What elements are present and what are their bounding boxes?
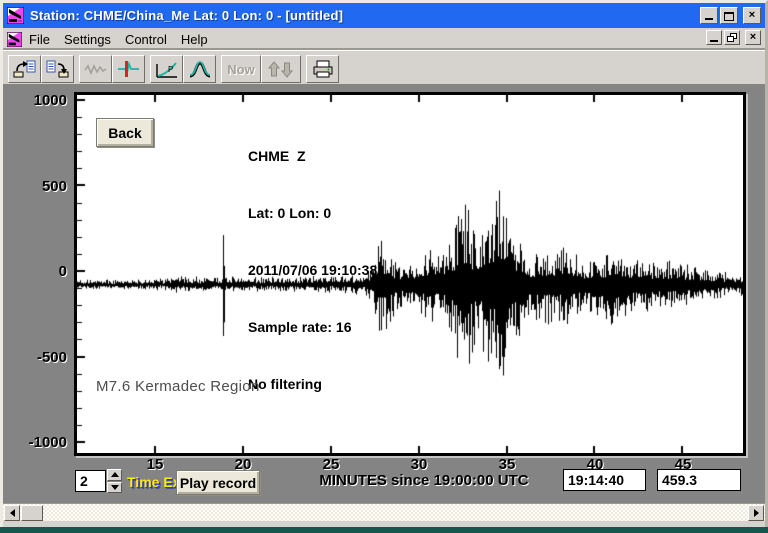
y-tick-label: 1000 (15, 92, 67, 109)
seismogram-plot[interactable]: Back CHME Z Lat: 0 Lon: 0 2011/07/06 19:… (74, 92, 746, 456)
minimize-icon (710, 33, 719, 42)
play-record-button[interactable]: Play record (176, 470, 260, 495)
app-window: Station: CHME/China_Me Lat: 0 Lon: 0 - [… (0, 0, 768, 530)
time-expansion-spinner (107, 469, 122, 493)
close-icon: × (750, 32, 756, 43)
minimize-button[interactable] (700, 7, 718, 24)
print-button[interactable] (306, 55, 339, 83)
horizontal-scrollbar[interactable] (3, 503, 765, 521)
x-tick-label: 35 (485, 456, 529, 473)
filter-status: No filtering (248, 375, 377, 394)
open-record-icon (13, 60, 37, 79)
bell-curve-icon (188, 60, 212, 79)
close-button[interactable]: × (743, 7, 761, 24)
up-down-arrows-icon (268, 60, 294, 79)
scroll-right-button[interactable] (748, 505, 764, 521)
down-arrow-icon (111, 485, 119, 490)
now-label: Now (227, 62, 254, 77)
x-axis-caption: MINUTES since 19:00:00 UTC (299, 472, 549, 489)
time-expansion-input[interactable] (75, 470, 106, 492)
up-arrow-icon (111, 472, 119, 477)
event-annotation: M7.6 Kermadec Region (96, 378, 260, 395)
station-channel: CHME Z (248, 147, 377, 166)
extract-record-icon (46, 60, 70, 79)
station-latlon: Lat: 0 Lon: 0 (248, 204, 377, 223)
x-tick-label: 15 (133, 456, 177, 473)
desktop-edge (0, 527, 768, 533)
printer-icon (311, 60, 335, 79)
svg-text:P: P (168, 65, 173, 74)
client-area: 1000 500 0 -500 -1000 Back CHME Z Lat: 0… (3, 84, 765, 503)
menu-item-control[interactable]: Control (118, 30, 174, 49)
wave-view-button (79, 55, 112, 83)
maximize-icon (724, 11, 734, 21)
left-arrow-icon (10, 509, 15, 517)
title-bar: Station: CHME/China_Me Lat: 0 Lon: 0 - [… (3, 3, 765, 28)
spinner-up-button[interactable] (107, 469, 122, 481)
minimize-icon (705, 11, 714, 20)
y-tick-label: -1000 (15, 434, 67, 451)
pick-arrival-button[interactable] (112, 55, 145, 83)
spinner-down-button[interactable] (107, 482, 122, 494)
mdi-minimize-button[interactable] (706, 30, 722, 45)
mdi-restore-button[interactable] (724, 30, 740, 45)
x-tick-label: 30 (397, 456, 441, 473)
scroll-left-button[interactable] (4, 505, 20, 521)
filter-button[interactable] (183, 55, 216, 83)
right-arrow-icon (754, 509, 759, 517)
scroll-updown-button (261, 55, 301, 83)
restore-icon (727, 33, 737, 43)
record-start-time: 2011/07/06 19:10:38 (248, 261, 377, 280)
y-tick-label: -500 (15, 349, 67, 366)
mdi-close-button[interactable]: × (745, 30, 761, 45)
seismogram-canvas[interactable] (77, 95, 743, 453)
y-tick-label: 0 (15, 263, 67, 280)
now-button: Now (221, 55, 261, 83)
scrollbar-thumb[interactable] (21, 505, 43, 521)
sample-rate: Sample rate: 16 (248, 318, 377, 337)
close-icon: × (749, 10, 755, 21)
maximize-button[interactable] (720, 7, 738, 24)
x-tick-label: 25 (309, 456, 353, 473)
menu-item-settings[interactable]: Settings (57, 30, 118, 49)
travel-time-curve-icon: P (155, 60, 179, 79)
menu-item-file[interactable]: File (22, 30, 57, 49)
y-tick-label: 500 (15, 178, 67, 195)
time-expansion-label: Time Ex (127, 474, 180, 490)
window-title: Station: CHME/China_Me Lat: 0 Lon: 0 - [… (30, 8, 343, 23)
document-icon[interactable] (7, 32, 22, 47)
toolbar: P Now (3, 50, 765, 87)
travel-time-button[interactable]: P (150, 55, 183, 83)
station-info: CHME Z Lat: 0 Lon: 0 2011/07/06 19:10:38… (248, 109, 377, 432)
pick-arrival-icon (117, 60, 141, 79)
back-button[interactable]: Back (96, 118, 154, 147)
app-icon[interactable] (7, 7, 24, 24)
current-time-display: 19:14:40 (563, 469, 646, 491)
cursor-value-display: 459.3 (657, 469, 741, 491)
wave-icon (84, 60, 108, 79)
menu-item-help[interactable]: Help (174, 30, 215, 49)
extract-record-button[interactable] (41, 55, 74, 83)
open-record-button[interactable] (8, 55, 41, 83)
menu-bar: File Settings Control Help × (3, 28, 765, 50)
